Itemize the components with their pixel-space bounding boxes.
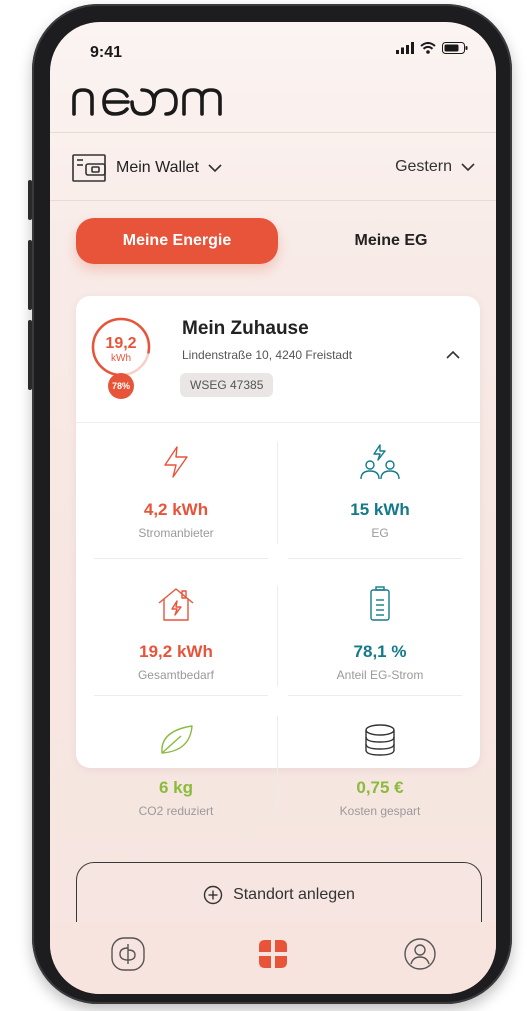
phone-side-button <box>28 240 32 310</box>
bottom-nav <box>50 922 496 994</box>
app-screen: 9:41 Mein Wallet Gestern Meine Energie M… <box>50 22 496 994</box>
period-selector[interactable]: Gestern <box>395 158 476 176</box>
ring-percent-badge: 78% <box>108 373 134 399</box>
site-tag: WSEG 47385 <box>180 373 274 397</box>
period-label: Gestern <box>395 158 452 175</box>
metric-value: 4,2 kWh <box>143 500 209 519</box>
plus-circle-icon <box>203 885 223 905</box>
nav-energy-flow[interactable] <box>108 934 148 974</box>
grid-divider <box>288 558 462 559</box>
grid-divider <box>277 442 278 544</box>
metric-value: 15 kWh <box>350 500 410 519</box>
metric-label: CO2 reduziert <box>138 804 214 818</box>
house-lightning-icon <box>76 584 276 624</box>
lightning-icon <box>76 442 276 482</box>
chevron-up-icon <box>446 350 460 359</box>
coins-icon <box>280 720 480 760</box>
home-grid-icon <box>259 940 287 968</box>
nav-home[interactable] <box>253 934 293 974</box>
energy-ring: 19,2 kWh 78% <box>90 316 152 399</box>
card-divider <box>76 422 480 423</box>
nav-profile[interactable] <box>400 934 440 974</box>
status-icons <box>396 42 468 54</box>
metric-value: 6 kg <box>158 778 194 797</box>
add-site-inner: Standort anlegen <box>77 885 481 905</box>
wallet-selector[interactable]: Mein Wallet <box>72 154 223 182</box>
tab-bar: Meine Energie Meine EG <box>76 218 476 268</box>
wallet-divider <box>50 200 496 201</box>
site-name: Mein Zuhause <box>182 318 309 339</box>
metric-label: Stromanbieter <box>138 526 214 540</box>
ring-value: 19,2 <box>105 335 137 352</box>
battery-status-icon <box>442 42 468 54</box>
metric-label: EG <box>371 526 389 540</box>
tab-meine-eg[interactable]: Meine EG <box>306 218 476 264</box>
metric-label: Anteil EG-Strom <box>336 668 424 682</box>
status-bar: 9:41 <box>50 22 496 66</box>
tab-meine-energie[interactable]: Meine Energie <box>76 218 278 264</box>
wifi-icon <box>420 42 436 54</box>
metric-co2-reduziert: 6 kg CO2 reduziert <box>76 720 276 818</box>
metric-label: Kosten gespart <box>339 804 421 818</box>
add-site-label: Standort anlegen <box>233 886 355 903</box>
metric-value: 78,1 % <box>353 642 407 661</box>
site-address: Lindenstraße 10, 4240 Freistadt <box>182 348 353 362</box>
chevron-down-icon <box>208 164 222 173</box>
wallet-icon <box>72 154 106 182</box>
battery-icon <box>280 584 480 624</box>
signal-icon <box>396 42 414 54</box>
grid-divider <box>277 586 278 686</box>
status-time: 9:41 <box>90 44 123 61</box>
metric-value: 0,75 € <box>356 778 404 797</box>
metric-anteil-eg-strom: 78,1 % Anteil EG-Strom <box>280 584 480 682</box>
metric-kosten-gespart: 0,75 € Kosten gespart <box>280 720 480 818</box>
metric-label: Gesamtbedarf <box>137 668 215 682</box>
neoom-logo <box>72 78 232 127</box>
phone-side-button <box>28 320 32 390</box>
ring-unit: kWh <box>111 353 131 364</box>
chevron-down-icon <box>461 163 475 172</box>
grid-divider <box>277 716 278 812</box>
metric-value: 19,2 kWh <box>139 642 213 661</box>
grid-divider <box>94 695 268 696</box>
collapse-button[interactable] <box>444 348 462 366</box>
grid-divider <box>94 558 268 559</box>
header-divider <box>50 132 496 133</box>
wallet-label: Mein Wallet <box>116 159 199 176</box>
metric-eg: 15 kWh EG <box>280 442 480 540</box>
metric-stromanbieter: 4,2 kWh Stromanbieter <box>76 442 276 540</box>
grid-divider <box>288 695 462 696</box>
community-lightning-icon <box>280 442 480 482</box>
phone-side-button <box>28 180 32 220</box>
site-card: 19,2 kWh 78% Mein Zuhause Lindenstraße 1… <box>76 296 480 818</box>
energy-flow-icon <box>111 937 145 971</box>
wallet-row: Mein Wallet Gestern <box>50 150 496 198</box>
leaf-icon <box>76 720 276 760</box>
metric-gesamtbedarf: 19,2 kWh Gesamtbedarf <box>76 584 276 682</box>
profile-icon <box>404 938 436 970</box>
